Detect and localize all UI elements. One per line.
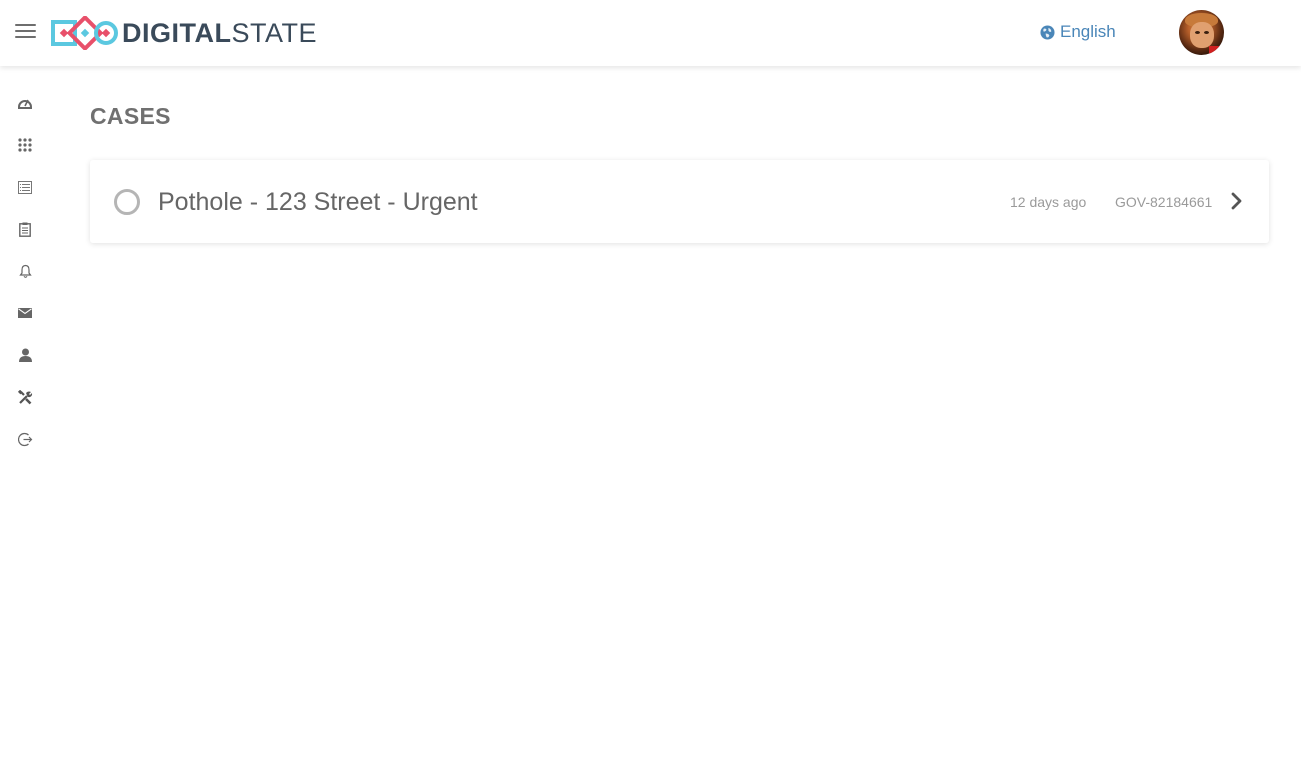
list-icon: [18, 180, 32, 194]
language-selector[interactable]: English: [1040, 22, 1116, 42]
status-circle-icon: [114, 189, 140, 215]
logo-text-bold: DIGITAL: [122, 18, 232, 48]
logo-text-light: STATE: [231, 18, 317, 48]
sidebar-item-messages[interactable]: [16, 304, 34, 322]
language-label: English: [1060, 22, 1116, 41]
logo-text: DIGITALSTATE: [122, 16, 317, 50]
envelope-icon: [18, 308, 32, 318]
clipboard-icon: [19, 222, 31, 237]
sidebar-item-list[interactable]: [16, 178, 34, 196]
case-timestamp: 12 days ago: [1010, 194, 1087, 210]
apps-grid-icon: [18, 138, 32, 152]
sidebar-item-notifications[interactable]: [16, 262, 34, 280]
tools-icon: [17, 389, 32, 404]
sidebar-item-dashboard[interactable]: [16, 94, 34, 112]
sidebar-nav: [0, 66, 52, 759]
user-icon: [18, 348, 32, 362]
dashboard-icon: [18, 99, 32, 109]
logout-icon: [17, 432, 32, 446]
case-list-item[interactable]: Pothole - 123 Street - Urgent 12 days ag…: [90, 160, 1269, 243]
chevron-right-icon[interactable]: [1230, 192, 1244, 210]
sidebar-item-profile[interactable]: [16, 346, 34, 364]
digitalstate-logo[interactable]: DIGITALSTATE: [50, 16, 317, 50]
case-id: GOV-82184661: [1115, 194, 1213, 210]
sidebar-item-tools[interactable]: [16, 388, 34, 406]
top-header: DIGITALSTATE English: [0, 0, 1301, 66]
sidebar-item-clipboard[interactable]: [16, 220, 34, 238]
globe-icon: [1040, 24, 1055, 40]
hamburger-icon[interactable]: [15, 24, 37, 42]
sidebar-item-apps[interactable]: [16, 136, 34, 154]
case-title: Pothole - 123 Street - Urgent: [158, 188, 478, 216]
sidebar-item-logout[interactable]: [16, 430, 34, 448]
bell-icon: [18, 264, 32, 278]
page-title: CASES: [90, 103, 171, 129]
logo-mark-icon: [51, 16, 118, 50]
user-avatar[interactable]: [1179, 10, 1224, 55]
